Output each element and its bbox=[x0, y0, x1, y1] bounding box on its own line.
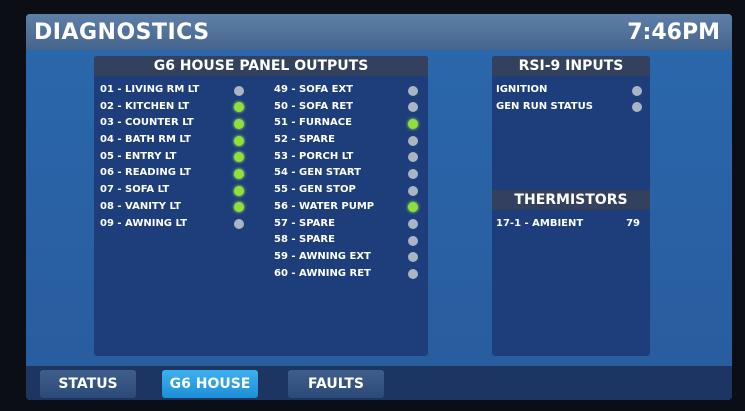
indicator-row: 03 - COUNTER LT bbox=[100, 115, 250, 132]
status-indicator-icon bbox=[234, 152, 244, 163]
status-indicator-icon bbox=[408, 219, 418, 229]
status-indicator-icon bbox=[408, 135, 418, 146]
indicator-row: 56 - WATER PUMP bbox=[274, 199, 424, 216]
clock: 7:46PM bbox=[627, 20, 720, 45]
status-indicator-icon bbox=[408, 85, 418, 96]
status-indicator-icon bbox=[408, 168, 418, 179]
indicator-row: 50 - SOFA RET bbox=[274, 99, 424, 116]
tab-bar: STATUS G6 HOUSE FAULTS bbox=[26, 366, 732, 400]
screen: DIAGNOSTICS 7:46PM G6 HOUSE PANEL OUTPUT… bbox=[26, 14, 732, 400]
indicator-row: 51 - FURNACE bbox=[274, 115, 424, 132]
indicator-label: 51 - FURNACE bbox=[274, 117, 352, 129]
indicator-label: 57 - SPARE bbox=[274, 217, 335, 229]
indicator-row: 52 - SPARE bbox=[274, 132, 424, 149]
indicator-row: 05 - ENTRY LT bbox=[100, 149, 250, 166]
tab-g6-house[interactable]: G6 HOUSE bbox=[162, 370, 258, 398]
indicator-row: 58 - SPARE bbox=[274, 232, 424, 249]
thermistors-title: THERMISTORS bbox=[492, 190, 650, 210]
indicator-label: 52 - SPARE bbox=[274, 134, 335, 146]
indicator-label: IGNITION bbox=[496, 84, 548, 95]
outputs-left-column: 01 - LIVING RM LT 02 - KITCHEN LT 03 - COU… bbox=[100, 82, 250, 232]
title-bar: DIAGNOSTICS 7:46PM bbox=[26, 14, 732, 50]
indicator-row: 01 - LIVING RM LT bbox=[100, 82, 250, 99]
indicator-row: 60 - AWNING RET bbox=[274, 266, 424, 283]
thermistor-label: 17-1 - AMBIENT bbox=[496, 218, 584, 229]
status-indicator-icon bbox=[632, 85, 642, 96]
thermistor-value: 79 bbox=[626, 218, 640, 229]
status-indicator-icon bbox=[234, 135, 244, 146]
indicator-label: GEN RUN STATUS bbox=[496, 100, 593, 112]
indicator-label: 06 - READING LT bbox=[100, 167, 191, 179]
thermistor-row: 17-1 - AMBIENT 79 bbox=[496, 216, 646, 232]
outputs-panel: G6 HOUSE PANEL OUTPUTS 01 - LIVING RM LT… bbox=[94, 56, 428, 356]
tab-status[interactable]: STATUS bbox=[40, 370, 136, 398]
status-indicator-icon bbox=[408, 235, 418, 246]
inputs-column: IGNITION GEN RUN STATUS bbox=[496, 82, 646, 115]
indicator-label: 49 - SOFA EXT bbox=[274, 84, 353, 95]
indicator-label: 60 - AWNING RET bbox=[274, 267, 371, 279]
indicator-label: 07 - SOFA LT bbox=[100, 184, 170, 196]
indicator-row: 08 - VANITY LT bbox=[100, 199, 250, 216]
indicator-row: 54 - GEN START bbox=[274, 165, 424, 182]
tab-faults[interactable]: FAULTS bbox=[288, 370, 384, 398]
indicator-label: 01 - LIVING RM LT bbox=[100, 84, 200, 95]
outputs-right-column: 49 - SOFA EXT 50 - SOFA RET 51 - FURNACE 52… bbox=[274, 82, 424, 282]
status-indicator-icon bbox=[234, 219, 244, 229]
indicator-row: 55 - GEN STOP bbox=[274, 182, 424, 199]
indicator-row: 04 - BATH RM LT bbox=[100, 132, 250, 149]
indicator-label: 09 - AWNING LT bbox=[100, 217, 188, 229]
status-indicator-icon bbox=[234, 202, 244, 213]
indicator-row: 02 - KITCHEN LT bbox=[100, 99, 250, 116]
indicator-label: 05 - ENTRY LT bbox=[100, 150, 177, 162]
status-indicator-icon bbox=[234, 168, 244, 179]
indicator-label: 04 - BATH RM LT bbox=[100, 134, 191, 146]
indicator-label: 50 - SOFA RET bbox=[274, 100, 353, 112]
display-bezel: DIAGNOSTICS 7:46PM G6 HOUSE PANEL OUTPUT… bbox=[0, 0, 745, 411]
indicator-label: 56 - WATER PUMP bbox=[274, 200, 375, 212]
status-indicator-icon bbox=[234, 185, 244, 196]
inputs-panel: RSI-9 INPUTS IGNITION GEN RUN STATUS THER… bbox=[492, 56, 650, 356]
indicator-label: 58 - SPARE bbox=[274, 234, 335, 246]
status-indicator-icon bbox=[408, 185, 418, 196]
indicator-row: 49 - SOFA EXT bbox=[274, 82, 424, 99]
indicator-label: 08 - VANITY LT bbox=[100, 200, 182, 212]
status-indicator-icon bbox=[408, 102, 418, 113]
indicator-row: 06 - READING LT bbox=[100, 165, 250, 182]
indicator-row: 53 - PORCH LT bbox=[274, 149, 424, 166]
status-indicator-icon bbox=[408, 152, 418, 163]
page-title: DIAGNOSTICS bbox=[34, 20, 210, 45]
indicator-label: 54 - GEN START bbox=[274, 167, 361, 179]
status-indicator-icon bbox=[408, 252, 418, 263]
indicator-row: 59 - AWNING EXT bbox=[274, 249, 424, 266]
indicator-row: 09 - AWNING LT bbox=[100, 216, 250, 233]
indicator-row: 07 - SOFA LT bbox=[100, 182, 250, 199]
indicator-label: 02 - KITCHEN LT bbox=[100, 100, 190, 112]
indicator-row: 57 - SPARE bbox=[274, 216, 424, 233]
status-indicator-icon bbox=[408, 269, 418, 280]
status-indicator-icon bbox=[632, 102, 642, 113]
indicator-label: 55 - GEN STOP bbox=[274, 184, 356, 196]
indicator-label: 53 - PORCH LT bbox=[274, 150, 354, 162]
status-indicator-icon bbox=[408, 202, 418, 213]
status-indicator-icon bbox=[408, 118, 418, 129]
inputs-panel-title: RSI-9 INPUTS bbox=[492, 56, 650, 76]
indicator-label: 03 - COUNTER LT bbox=[100, 117, 194, 129]
status-indicator-icon bbox=[234, 85, 244, 96]
indicator-row: GEN RUN STATUS bbox=[496, 99, 646, 116]
indicator-row: IGNITION bbox=[496, 82, 646, 99]
status-indicator-icon bbox=[234, 118, 244, 129]
indicator-label: 59 - AWNING EXT bbox=[274, 250, 371, 262]
status-indicator-icon bbox=[234, 102, 244, 113]
outputs-panel-title: G6 HOUSE PANEL OUTPUTS bbox=[94, 56, 428, 76]
